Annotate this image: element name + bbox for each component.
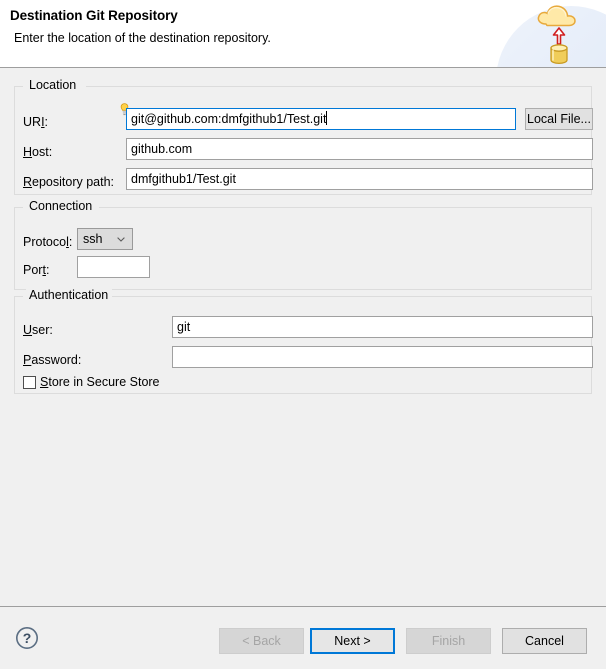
group-connection-legend: Connection (26, 199, 97, 213)
repository-path-input[interactable]: dmfgithub1/Test.git (126, 168, 593, 190)
password-label: Password: (23, 353, 82, 367)
password-input[interactable] (172, 346, 593, 368)
uri-input-value: git@github.com:dmfgithub1/Test.git (131, 112, 327, 126)
repository-path-label: Repository path: (23, 175, 115, 189)
group-location-legend: Location (26, 78, 81, 92)
wizard-body: Location URI: git@github.com:dmfgithub1/… (0, 68, 606, 606)
local-file-button[interactable]: Local File... (525, 108, 593, 130)
svg-text:?: ? (23, 630, 32, 646)
next-button[interactable]: Next > (310, 628, 395, 654)
page-subtitle: Enter the location of the destination re… (14, 31, 271, 45)
wizard-header: Destination Git Repository Enter the loc… (0, 0, 606, 68)
store-secure-store-label: Store in Secure Store (40, 375, 160, 389)
protocol-select[interactable]: ssh (77, 228, 133, 250)
checkbox-box[interactable] (23, 375, 36, 389)
user-input[interactable]: git (172, 316, 593, 338)
protocol-label: Protocol: (23, 235, 73, 249)
host-label: Host: (23, 145, 53, 159)
user-label: User: (23, 323, 53, 337)
group-location-top-border (15, 86, 591, 87)
port-input[interactable] (77, 256, 150, 278)
store-secure-store-checkbox[interactable]: Store in Secure Store (23, 375, 160, 389)
group-connection: Connection Protocol: ssh Port: (14, 199, 592, 290)
chevron-down-icon (117, 237, 125, 242)
group-connection-top-border (15, 207, 591, 208)
protocol-select-value: ssh (83, 232, 103, 246)
uri-input[interactable]: git@github.com:dmfgithub1/Test.git (126, 108, 516, 130)
header-banner (486, 0, 606, 67)
host-input[interactable]: github.com (126, 138, 593, 160)
help-question-icon[interactable]: ? (15, 626, 39, 650)
finish-button[interactable]: Finish (406, 628, 491, 654)
cloud-upload-database-icon (537, 5, 576, 65)
group-authentication: Authentication User: git Password: Store… (14, 288, 593, 394)
page-title: Destination Git Repository (10, 8, 178, 23)
port-label: Port: (23, 263, 50, 277)
group-location: Location URI: git@github.com:dmfgithub1/… (14, 78, 593, 195)
host-input-value: github.com (131, 142, 193, 156)
group-authentication-legend: Authentication (26, 288, 113, 302)
back-button[interactable]: < Back (219, 628, 304, 654)
cancel-button[interactable]: Cancel (502, 628, 587, 654)
uri-label: URI: (23, 115, 49, 129)
text-caret (326, 111, 328, 125)
repository-path-input-value: dmfgithub1/Test.git (131, 172, 236, 186)
user-input-value: git (177, 320, 191, 334)
